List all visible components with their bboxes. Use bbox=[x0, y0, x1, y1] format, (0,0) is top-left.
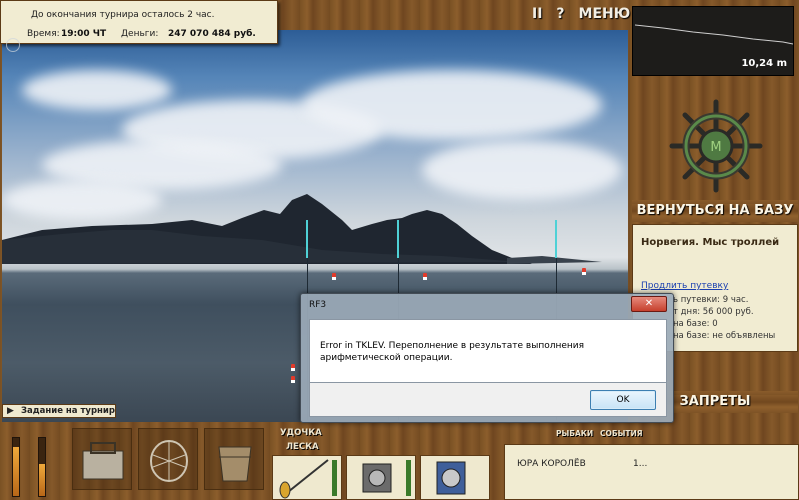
hunger-gauge bbox=[38, 437, 46, 497]
help-button[interactable]: ? bbox=[556, 6, 564, 22]
rod-1-durability bbox=[332, 460, 337, 496]
close-button[interactable]: ✕ bbox=[631, 296, 667, 312]
float-3 bbox=[582, 268, 586, 275]
time-label: Время: bbox=[27, 29, 60, 39]
compass-icon bbox=[6, 38, 20, 52]
error-dialog: RF3 ✕ Error in TKLEV. Переполнение в рез… bbox=[300, 293, 674, 423]
bait-bucket-slot[interactable] bbox=[204, 428, 264, 490]
tackle-box-slot[interactable] bbox=[72, 428, 132, 490]
return-to-base-button[interactable]: ВЕРНУТЬСЯ НА БАЗУ bbox=[632, 200, 798, 222]
cloud bbox=[22, 70, 172, 110]
reel-icon bbox=[362, 463, 392, 493]
cloud bbox=[302, 70, 602, 140]
player-score: 1... bbox=[633, 459, 648, 469]
day-cost: т дня: 56 000 руб. bbox=[673, 307, 754, 317]
float-5 bbox=[291, 376, 295, 383]
players-panel: ЮРА КОРОЛЁВ 1... bbox=[504, 444, 799, 500]
stamina-gauge bbox=[12, 437, 20, 497]
base-announcements: на базе: не объявлены bbox=[673, 331, 776, 341]
events-tab[interactable]: СОБЫТИЯ bbox=[600, 429, 643, 438]
rod-slot-3[interactable] bbox=[420, 455, 490, 500]
ok-button[interactable]: OK bbox=[590, 390, 656, 410]
tournament-task-button[interactable]: ▶ Задание на турнир bbox=[2, 404, 116, 418]
line-label: ЛЕСКА bbox=[286, 442, 319, 452]
menu-button[interactable]: МЕНЮ bbox=[579, 6, 631, 22]
permit-remaining: ь путевки: 9 час. bbox=[673, 295, 749, 305]
arrow-icon: ▶ bbox=[7, 406, 14, 416]
top-controls: II ? МЕНЮ bbox=[532, 4, 630, 24]
keepnet-slot[interactable] bbox=[138, 428, 198, 490]
dialog-title: RF3 bbox=[309, 300, 327, 310]
dialog-body: Error in TKLEV. Переполнение в результат… bbox=[309, 319, 667, 383]
time-value: 19:00 ЧТ bbox=[61, 29, 107, 39]
player-name: ЮРА КОРОЛЁВ bbox=[517, 459, 586, 469]
close-icon: ✕ bbox=[644, 298, 654, 309]
rod-label: УДОЧКА bbox=[280, 428, 322, 438]
depth-value: 10,24 m bbox=[741, 58, 787, 69]
money-value: 247 070 484 руб. bbox=[168, 29, 256, 39]
rod-2-durability bbox=[406, 460, 411, 496]
fishers-tab[interactable]: РЫБАКИ bbox=[556, 429, 593, 438]
ship-wheel-icon: M bbox=[669, 99, 763, 193]
dialog-footer: OK bbox=[309, 383, 667, 417]
tournament-notice: До окончания турнира осталось 2 час. bbox=[31, 10, 215, 20]
money-label: Деньги: bbox=[121, 29, 159, 39]
svg-text:M: M bbox=[710, 140, 721, 155]
depth-gauge: 10,24 m bbox=[632, 6, 794, 76]
rod-slot-2[interactable] bbox=[346, 455, 416, 500]
rod-slot-1[interactable] bbox=[272, 455, 342, 500]
rod-reel-icon bbox=[279, 459, 329, 499]
bucket-icon bbox=[218, 446, 252, 482]
keepnet-icon bbox=[150, 440, 188, 482]
location-title: Норвегия. Мыс троллей bbox=[641, 237, 780, 248]
task-label: Задание на турнир bbox=[21, 406, 115, 416]
mountain-island bbox=[2, 194, 602, 264]
extend-permit-link[interactable]: Продлить путевку bbox=[641, 281, 728, 291]
tournament-info-panel: До окончания турнира осталось 2 час. Вре… bbox=[0, 0, 278, 44]
float-2 bbox=[423, 273, 427, 280]
base-count: на базе: 0 bbox=[673, 319, 718, 329]
pause-button[interactable]: II bbox=[532, 6, 542, 22]
line-spool-icon bbox=[436, 461, 466, 495]
float-4 bbox=[291, 364, 295, 371]
tackle-box-icon bbox=[82, 442, 124, 480]
float-1 bbox=[332, 273, 336, 280]
error-message: Error in TKLEV. Переполнение в результат… bbox=[320, 341, 585, 363]
